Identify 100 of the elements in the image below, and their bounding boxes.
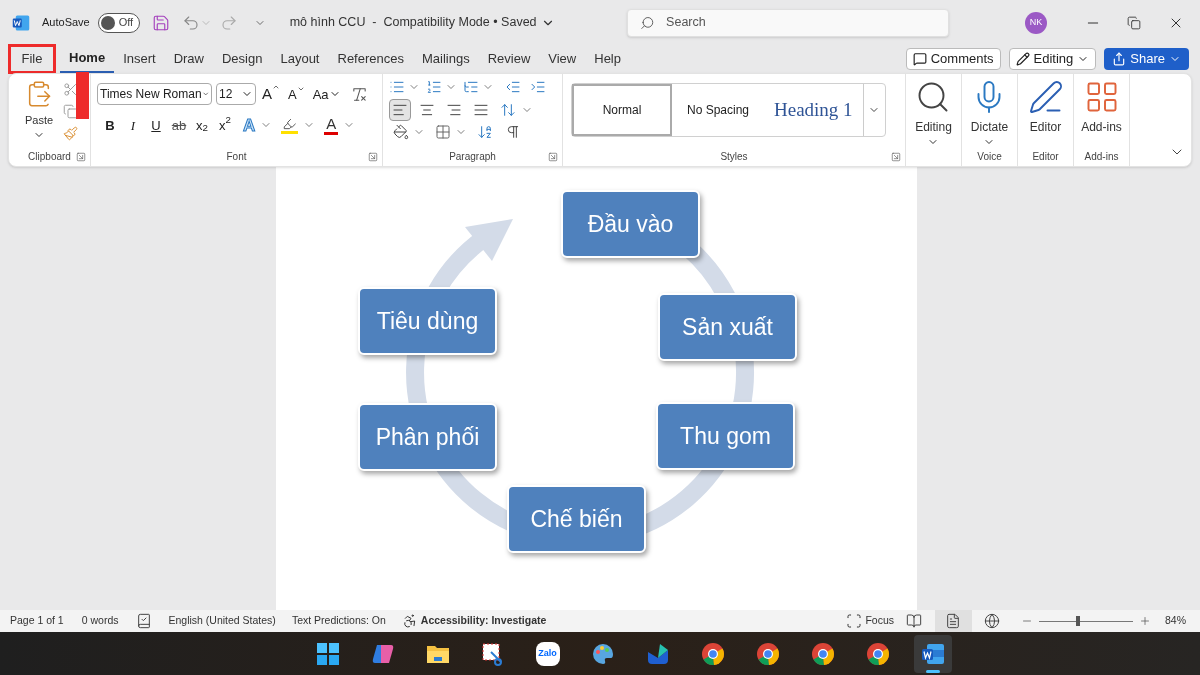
ribbon-large-button[interactable]: Editing [915,79,952,148]
ribbon-large-button[interactable]: Dictate [970,79,1009,148]
user-avatar[interactable]: NK [1025,11,1047,34]
zoom-in-icon[interactable] [1139,615,1151,627]
format-button[interactable]: B [101,115,119,136]
style-option[interactable]: No Spacing [672,84,764,136]
language-label[interactable]: English (United States) [168,613,276,629]
zalo-icon[interactable]: Zalo [535,641,560,666]
ribbon-tab[interactable]: Insert [114,44,165,74]
mail-app-icon[interactable] [645,641,670,666]
ribbon-tab[interactable]: Help [585,44,630,74]
word-count[interactable]: 0 words [81,613,119,629]
dialog-launcher-icon[interactable] [548,152,558,162]
decrease-indent-icon[interactable] [505,79,521,95]
share-button[interactable]: Share [1104,48,1189,70]
search-field[interactable]: Search [626,8,949,37]
text-predictions-label[interactable]: Text Predictions: On [291,613,386,629]
font-size-field[interactable]: 12 [216,83,256,106]
highlighter-icon[interactable] [281,116,299,134]
toggle-knob-icon [100,15,115,30]
align-lines-icon [419,102,435,118]
format-button[interactable]: U [147,115,165,136]
annotation-mark [76,72,89,119]
cut-icon[interactable] [63,82,79,97]
numbering-icon[interactable] [426,79,442,95]
bullets-icon[interactable] [389,79,405,95]
align-lines-icon [473,102,489,118]
borders-icon[interactable] [435,124,451,140]
accessibility-label[interactable]: Accessibility: Investigate [420,613,547,629]
book-icon [906,613,923,629]
increase-indent-icon[interactable] [530,79,546,95]
chrome-icon[interactable] [865,641,890,666]
taskbar-app[interactable] [913,634,952,673]
style-option[interactable]: Heading 1 [764,84,863,136]
focus-button[interactable]: Focus [846,613,894,629]
ribbon-tab[interactable]: Mailings [413,44,479,74]
autosave-toggle[interactable]: Off [97,12,140,33]
ribbon-tab[interactable]: References [328,44,413,74]
dialog-launcher-icon[interactable] [891,152,901,162]
shrink-font-button[interactable]: A [286,84,307,104]
group-label: Font [226,152,247,162]
save-icon[interactable] [151,13,170,32]
restore-icon[interactable] [1127,15,1141,30]
search-input[interactable]: Search [666,13,936,32]
document-title[interactable]: mô hình CCU - Compatibility Mode • Saved [289,13,555,32]
zoom-level[interactable]: 84% [1165,613,1186,629]
proofing-icon[interactable] [136,613,153,629]
globe-page-icon [984,613,1001,629]
change-case-button[interactable]: Aa [310,84,343,104]
pilcrow-icon[interactable] [505,124,521,140]
chrome-icon[interactable] [810,641,835,666]
group-label: Voice [977,152,1002,162]
multilevel-list-icon[interactable] [463,79,479,95]
dialog-launcher-icon[interactable] [368,152,378,162]
paste-button[interactable]: Paste [24,80,54,141]
copy-icon[interactable] [63,104,79,119]
zoom-slider[interactable] [1039,616,1133,626]
accessibility-icon[interactable] [401,613,418,629]
style-option[interactable]: Normal [572,84,672,136]
ribbon-tab[interactable]: Review [478,44,540,74]
ribbon-large-button[interactable]: Editor [1027,79,1064,136]
chrome-icon[interactable] [755,641,780,666]
diagram-node: Chế biến [507,485,646,553]
line-spacing-icon[interactable] [500,102,516,118]
word-logo-icon[interactable] [12,13,30,32]
share-icon [1112,52,1127,66]
palette-icon[interactable] [590,641,615,666]
dialog-launcher-icon[interactable] [76,152,86,162]
ribbon-tab[interactable]: View [539,44,586,74]
group-label: Clipboard [28,152,71,162]
editing-mode-button[interactable]: Editing [1008,48,1097,70]
format-button[interactable]: x$^{2}$ [216,115,234,136]
font-color-button[interactable]: A [324,115,339,135]
taskbar-app[interactable]: Zalo [528,634,567,673]
alignment-button[interactable] [389,99,411,121]
view-button[interactable] [935,610,972,632]
align-lines-icon [446,102,462,118]
diagram-node: Phân phối [358,403,497,471]
clear-formatting-icon[interactable] [350,85,368,103]
format-button[interactable]: ab [170,115,188,136]
word-icon[interactable] [920,641,945,666]
page-count[interactable]: Page 1 of 1 [10,613,64,629]
shading-icon[interactable] [393,124,409,140]
ribbon-large-button[interactable]: Add-ins [1081,79,1122,136]
comments-button[interactable]: Comments [905,48,1001,70]
format-button[interactable]: I [124,115,142,136]
format-button[interactable]: x$_{2}$ [193,115,211,136]
page-icon [945,613,962,629]
grow-font-button[interactable]: A [260,83,282,106]
font-name-field[interactable]: Times New Roman [97,83,212,106]
ribbon-tab[interactable]: Draw [164,44,213,74]
group-label: Editor [1032,152,1059,162]
chrome-icon[interactable] [700,641,725,666]
undo-icon[interactable] [181,13,200,32]
ribbon-tab[interactable]: Design [213,44,272,74]
snipping-tool-icon[interactable] [480,641,505,666]
sort-icon[interactable] [477,124,493,140]
ribbon-tab[interactable]: Layout [271,44,329,74]
windows-start-icon[interactable] [315,641,340,666]
zoom-slider-thumb[interactable] [1075,616,1080,626]
